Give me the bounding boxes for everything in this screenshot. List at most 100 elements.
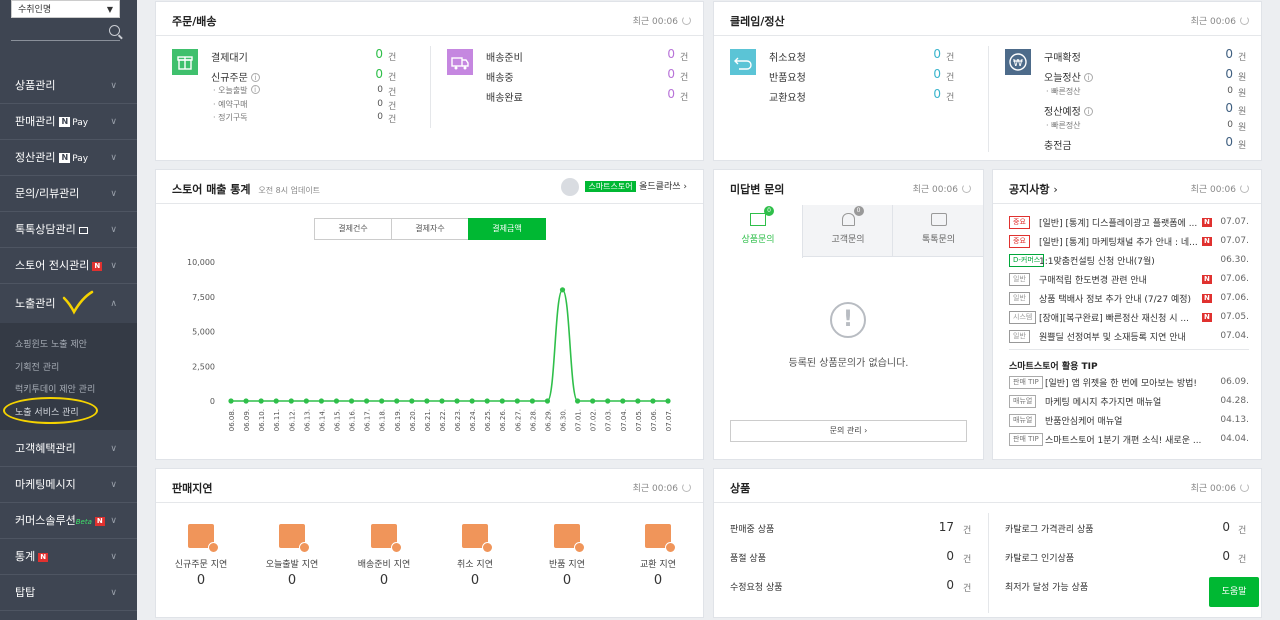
sidebar-item-stats[interactable]: 통계 N ∨ bbox=[0, 539, 137, 575]
notice-row[interactable]: 일반 구매적립 한도변경 관련 안내 N 07.06. bbox=[993, 272, 1261, 288]
product-on-sale-value[interactable]: 17 bbox=[924, 520, 954, 534]
inquiry-updated[interactable]: 최근 00:06 bbox=[913, 182, 971, 195]
return-icon bbox=[730, 49, 756, 75]
delay-ship-ready[interactable]: 배송준비 지연 0 bbox=[339, 524, 429, 588]
pay-wait-value[interactable]: 0 bbox=[353, 47, 383, 61]
divider bbox=[430, 46, 431, 128]
info-icon[interactable]: i bbox=[250, 85, 260, 94]
cancel-value[interactable]: 0 bbox=[911, 47, 941, 61]
info-icon[interactable]: i bbox=[250, 73, 260, 82]
reserve-value[interactable]: 0 bbox=[363, 99, 383, 109]
divider bbox=[988, 46, 989, 152]
tab-pay-count[interactable]: 결제건수 bbox=[314, 218, 392, 240]
new-order-value[interactable]: 0 bbox=[353, 67, 383, 81]
unit: 건 bbox=[963, 555, 972, 565]
product-updated[interactable]: 최근 00:06 bbox=[1191, 481, 1249, 494]
return-value[interactable]: 0 bbox=[911, 67, 941, 81]
sidebar-item-talk[interactable]: 톡톡상담관리 ∨ bbox=[0, 212, 137, 248]
submenu-lucky-today[interactable]: 럭키투데이 제안 관리 bbox=[15, 382, 95, 395]
sidebar-item-sales[interactable]: 판매관리 N Pay ∨ bbox=[0, 104, 137, 140]
claim-updated[interactable]: 최근 00:06 bbox=[1191, 14, 1249, 27]
tab-product-inquiry[interactable]: 0 상품문의 bbox=[714, 205, 803, 258]
notice-row[interactable]: D-커머스 1:1맞춤컨설팅 신청 안내(7월) 06.30. bbox=[993, 253, 1261, 269]
x-tick-label: 06.26. bbox=[499, 409, 507, 431]
today-settle-value[interactable]: 0 bbox=[1203, 67, 1233, 81]
exchange-value[interactable]: 0 bbox=[911, 87, 941, 101]
notice-row[interactable]: 중요 [일반] [통계] 디스플레이광고 플랫폼에 ... N 07.07. bbox=[993, 215, 1261, 231]
delay-exchange[interactable]: 교환 지연 0 bbox=[613, 524, 703, 588]
sidebar-item-product[interactable]: 상품관리 ∨ bbox=[0, 68, 137, 104]
empty-message: 등록된 상품문의가 없습니다. bbox=[788, 358, 909, 369]
chevron-down-icon: ∨ bbox=[110, 189, 117, 199]
chevron-down-icon: ∨ bbox=[110, 81, 117, 91]
updated-time: 최근 00:06 bbox=[632, 484, 678, 494]
inquiry-manage-button[interactable]: 문의 관리 › bbox=[730, 420, 967, 442]
notice-row[interactable]: 시스템 [장애][복구완료] 빠른정산 재신청 시 ... N 07.05. bbox=[993, 310, 1261, 326]
info-icon[interactable]: i bbox=[1083, 107, 1093, 116]
ship-ready-value[interactable]: 0 bbox=[645, 47, 675, 61]
clock-icon bbox=[208, 542, 219, 553]
ship-done-value[interactable]: 0 bbox=[645, 87, 675, 101]
divider bbox=[156, 502, 703, 503]
tip-row[interactable]: 판매 TIP [일반] 앱 위젯을 한 번에 모아보는 방법! 06.09. bbox=[993, 375, 1261, 391]
data-point bbox=[424, 398, 430, 404]
fast-settle-value[interactable]: 0 bbox=[1213, 120, 1233, 130]
submenu-shopping-window[interactable]: 쇼핑윈도 노출 제안 bbox=[15, 337, 87, 350]
tip-row[interactable]: 판매 TIP 스마트스토어 1분기 개편 소식! 새로운 ... 04.04. bbox=[993, 432, 1261, 448]
notice-row[interactable]: 일반 상품 택배사 정보 추가 안내 (7/27 예정) N 07.06. bbox=[993, 291, 1261, 307]
store-switcher[interactable]: 스마트스토어 올드클라쓰 › bbox=[561, 178, 687, 196]
shipping-value[interactable]: 0 bbox=[645, 67, 675, 81]
submenu-promotion[interactable]: 기획전 관리 bbox=[15, 360, 59, 373]
catalog-popular-value[interactable]: 0 bbox=[1200, 549, 1230, 563]
delay-today-ship[interactable]: 오늘출발 지연 0 bbox=[247, 524, 337, 588]
tab-payer-count[interactable]: 결제자수 bbox=[391, 218, 469, 240]
delay-return[interactable]: 반품 지연 0 bbox=[522, 524, 612, 588]
delay-new-order[interactable]: 신규주문 지연 0 bbox=[156, 524, 246, 588]
delay-cancel[interactable]: 취소 지연 0 bbox=[430, 524, 520, 588]
tip-row[interactable]: 매뉴얼 반품안심케어 매뉴얼 04.13. bbox=[993, 413, 1261, 429]
tip-row[interactable]: 매뉴얼 마케팅 메시지 추가지면 매뉴얼 04.28. bbox=[993, 394, 1261, 410]
sidebar-item-tabtab[interactable]: 탑탑 ∨ bbox=[0, 575, 137, 611]
won-icon: ₩ bbox=[1005, 49, 1031, 75]
sidebar-item-marketing[interactable]: 마케팅메시지 ∨ bbox=[0, 467, 137, 503]
data-point bbox=[620, 398, 626, 404]
product-soldout-value[interactable]: 0 bbox=[924, 549, 954, 563]
sidebar-item-settlement[interactable]: 정산관리 N Pay ∨ bbox=[0, 140, 137, 176]
product-edit-request-value[interactable]: 0 bbox=[924, 578, 954, 592]
notice-row[interactable]: 중요 [일반] [통계] 마케팅채널 추가 안내 : 네... N 07.07. bbox=[993, 234, 1261, 250]
sidebar-item-benefit[interactable]: 고객혜택관리 ∨ bbox=[0, 431, 137, 467]
help-button[interactable]: 도움말 bbox=[1209, 577, 1259, 607]
tab-talk-inquiry[interactable]: 톡톡문의 bbox=[894, 205, 983, 257]
sidebar-item-inquiry[interactable]: 문의/리뷰관리 ∨ bbox=[0, 176, 137, 212]
new-badge: N bbox=[94, 516, 105, 526]
notice-text: 상품 택배사 정보 추가 안내 (7/27 예정) bbox=[1039, 295, 1192, 305]
tab-customer-inquiry[interactable]: 0 고객문의 bbox=[804, 205, 893, 257]
reserve-label: · 예약구매 bbox=[213, 100, 248, 109]
sidebar-item-display[interactable]: 스토어 전시관리 N ∨ bbox=[0, 248, 137, 284]
settle-plan-value[interactable]: 0 bbox=[1203, 101, 1233, 115]
yellow-annotation-oval bbox=[3, 397, 98, 424]
data-point bbox=[288, 398, 294, 404]
catalog-price-value[interactable]: 0 bbox=[1200, 520, 1230, 534]
chevron-down-icon: ∨ bbox=[110, 117, 117, 127]
charge-value[interactable]: 0 bbox=[1203, 135, 1233, 149]
sidebar-search-input[interactable] bbox=[11, 24, 120, 41]
notice-updated[interactable]: 최근 00:06 bbox=[1191, 182, 1249, 195]
notice-text: [일반] [통계] 디스플레이광고 플랫폼에 ... bbox=[1039, 219, 1198, 229]
confirm-value[interactable]: 0 bbox=[1203, 47, 1233, 61]
subscribe-value[interactable]: 0 bbox=[363, 112, 383, 122]
clock-icon bbox=[391, 542, 402, 553]
today-ship-value[interactable]: 0 bbox=[363, 85, 383, 95]
fast-settle-value[interactable]: 0 bbox=[1213, 86, 1233, 96]
delay-updated[interactable]: 최근 00:06 bbox=[633, 481, 691, 494]
sidebar-item-commerce[interactable]: 커머스솔루션Beta N ∨ bbox=[0, 503, 137, 539]
info-icon[interactable]: i bbox=[1083, 73, 1093, 82]
store-select[interactable]: 수취인명 ▼ bbox=[11, 0, 120, 18]
data-point bbox=[499, 398, 505, 404]
notice-row[interactable]: 일반 원쁠딜 선정여부 및 소재등록 지연 안내 07.04. bbox=[993, 329, 1261, 345]
x-tick-label: 06.13. bbox=[303, 409, 311, 431]
tab-pay-amount[interactable]: 결제금액 bbox=[468, 218, 546, 240]
data-point bbox=[544, 398, 551, 404]
notice-title[interactable]: 공지사항 › bbox=[1009, 181, 1058, 197]
order-updated[interactable]: 최근 00:06 bbox=[633, 14, 691, 27]
